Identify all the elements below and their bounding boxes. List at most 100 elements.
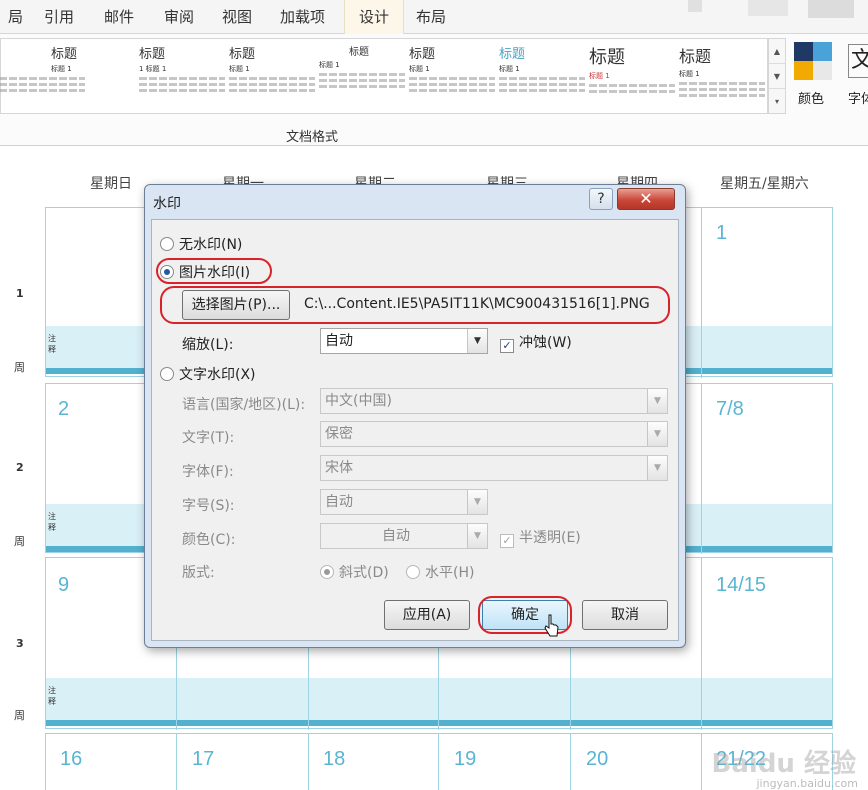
cancel-button[interactable]: 取消: [582, 600, 668, 630]
decorative-shapes: [688, 0, 854, 18]
date-number: 7/8: [716, 398, 744, 420]
semitransparent-checkbox[interactable]: ✓ 半透明(E): [500, 527, 581, 548]
palette-icon: [794, 42, 832, 80]
week-label: 周: [14, 709, 25, 722]
tab-review[interactable]: 审阅: [150, 0, 208, 34]
week-label: 周: [14, 361, 25, 374]
language-label: 语言(国家/地区)(L):: [182, 397, 306, 413]
tab-design[interactable]: 设计: [344, 0, 405, 34]
tab-references[interactable]: 引用: [30, 0, 88, 34]
day-header-sun: 星期日: [90, 176, 132, 192]
check-icon: ✓: [500, 339, 514, 353]
date-number: 2: [58, 398, 70, 420]
close-button[interactable]: ✕: [617, 188, 675, 210]
date-number: 17: [192, 748, 215, 770]
size-label: 字号(S):: [182, 498, 235, 514]
dialog-title: 水印: [153, 196, 181, 212]
text-watermark-radio[interactable]: 文字水印(X): [160, 364, 256, 384]
tab-page-layout[interactable]: 布局: [402, 0, 460, 34]
date-number: 20: [586, 748, 609, 770]
color-select[interactable]: 自动 ▼: [320, 523, 488, 549]
style-thumb-2[interactable]: 标题 1 标题 1: [139, 43, 225, 109]
date-number: 16: [60, 748, 83, 770]
dialog-body: 无水印(N) 图片水印(I) 选择图片(P)... C:\...Content.…: [151, 219, 679, 641]
theme-fonts-button[interactable]: 文 字体: [844, 40, 868, 136]
note-label: 注释: [48, 686, 56, 706]
style-thumb-7[interactable]: 标题 标题 1: [589, 43, 675, 109]
layout-label: 版式:: [182, 565, 215, 581]
scale-select[interactable]: 自动 ▼: [320, 328, 488, 354]
day-header-fri-sat: 星期五/星期六: [720, 176, 809, 192]
gallery-scroll[interactable]: ▲ ▼ ▾: [768, 38, 786, 114]
date-number: 18: [323, 748, 346, 770]
ribbon-tab-bar: 局 引用 邮件 审阅 视图 加载项 设计 布局: [0, 0, 868, 34]
washout-checkbox[interactable]: ✓ 冲蚀(W): [500, 332, 572, 353]
washout-label: 冲蚀(W): [519, 335, 572, 351]
apply-button[interactable]: 应用(A): [384, 600, 470, 630]
document-style-gallery: 标题 标题 1 标题 1 标题 1 标题 标题 1 标题 标题 1 标题 标题 …: [0, 38, 768, 114]
fonts-label: 字体: [848, 92, 868, 107]
chevron-down-icon: ▼: [647, 389, 667, 413]
gallery-down-icon[interactable]: ▼: [769, 64, 785, 89]
style-thumb-1[interactable]: 标题 标题 1: [0, 43, 85, 109]
text-select[interactable]: 保密 ▼: [320, 421, 668, 447]
date-number: 19: [454, 748, 477, 770]
style-thumb-4[interactable]: 标题 标题 1: [319, 43, 405, 109]
diagonal-radio[interactable]: 斜式(D): [320, 562, 389, 582]
no-watermark-radio[interactable]: 无水印(N): [160, 234, 242, 254]
tab-addins[interactable]: 加载项: [266, 0, 339, 34]
size-value: 自动: [325, 494, 353, 510]
colors-label: 颜色: [798, 92, 825, 107]
note-label: 注释: [48, 512, 56, 532]
text-label: 文字(T):: [182, 430, 235, 446]
font-label: 字体(F):: [182, 464, 234, 480]
style-thumb-5[interactable]: 标题 标题 1: [409, 43, 495, 109]
color-label: 颜色(C):: [182, 532, 236, 548]
tab-mailings[interactable]: 邮件: [90, 0, 148, 34]
radio-on-icon: [320, 565, 334, 579]
chevron-down-icon: ▼: [467, 490, 487, 514]
color-value: 自动: [382, 528, 410, 544]
style-thumb-3[interactable]: 标题 标题 1: [229, 43, 315, 109]
theme-colors-button[interactable]: 颜色: [790, 40, 836, 136]
language-value: 中文(中国): [325, 393, 392, 409]
mouse-cursor-icon: [544, 614, 559, 637]
week-number: 2: [16, 461, 24, 474]
note-label: 注释: [48, 334, 56, 354]
radio-off-icon: [160, 367, 174, 381]
font-select[interactable]: 宋体 ▼: [320, 455, 668, 481]
gallery-more-icon[interactable]: ▾: [769, 89, 785, 114]
date-number: 9: [58, 574, 70, 596]
size-select[interactable]: 自动 ▼: [320, 489, 488, 515]
site-watermark: Baidu 经验: [711, 749, 856, 779]
date-number: 1: [716, 222, 728, 244]
diagonal-label: 斜式(D): [339, 565, 389, 581]
week-label: 周: [14, 535, 25, 548]
horizontal-label: 水平(H): [425, 565, 475, 581]
style-thumb-6[interactable]: 标题 标题 1: [499, 43, 585, 109]
highlight-circle: [156, 258, 272, 284]
site-watermark-url: jingyan.baidu.com: [756, 777, 858, 790]
radio-off-icon: [406, 565, 420, 579]
style-thumb-8[interactable]: 标题 标题 1: [679, 43, 765, 109]
language-select[interactable]: 中文(中国) ▼: [320, 388, 668, 414]
group-label-document-format: 文档格式: [286, 130, 339, 145]
chevron-down-icon: ▼: [647, 456, 667, 480]
check-icon: ✓: [500, 534, 514, 548]
watermark-dialog: 水印 ? ✕ 无水印(N) 图片水印(I) 选择图片(P)... C:\...C…: [144, 184, 686, 648]
week-number: 3: [16, 637, 24, 650]
tab-view[interactable]: 视图: [208, 0, 266, 34]
no-watermark-label: 无水印(N): [179, 237, 243, 253]
week-number: 1: [16, 287, 24, 300]
semitransparent-label: 半透明(E): [519, 530, 581, 546]
scale-value: 自动: [325, 333, 353, 349]
chevron-down-icon: ▼: [647, 422, 667, 446]
font-value: 宋体: [325, 460, 353, 476]
scale-label: 缩放(L):: [182, 337, 234, 353]
chevron-down-icon: ▼: [467, 329, 487, 353]
text-value: 保密: [325, 426, 353, 442]
gallery-up-icon[interactable]: ▲: [769, 39, 785, 64]
radio-off-icon: [160, 237, 174, 251]
help-button[interactable]: ?: [589, 188, 613, 210]
horizontal-radio[interactable]: 水平(H): [406, 562, 474, 582]
